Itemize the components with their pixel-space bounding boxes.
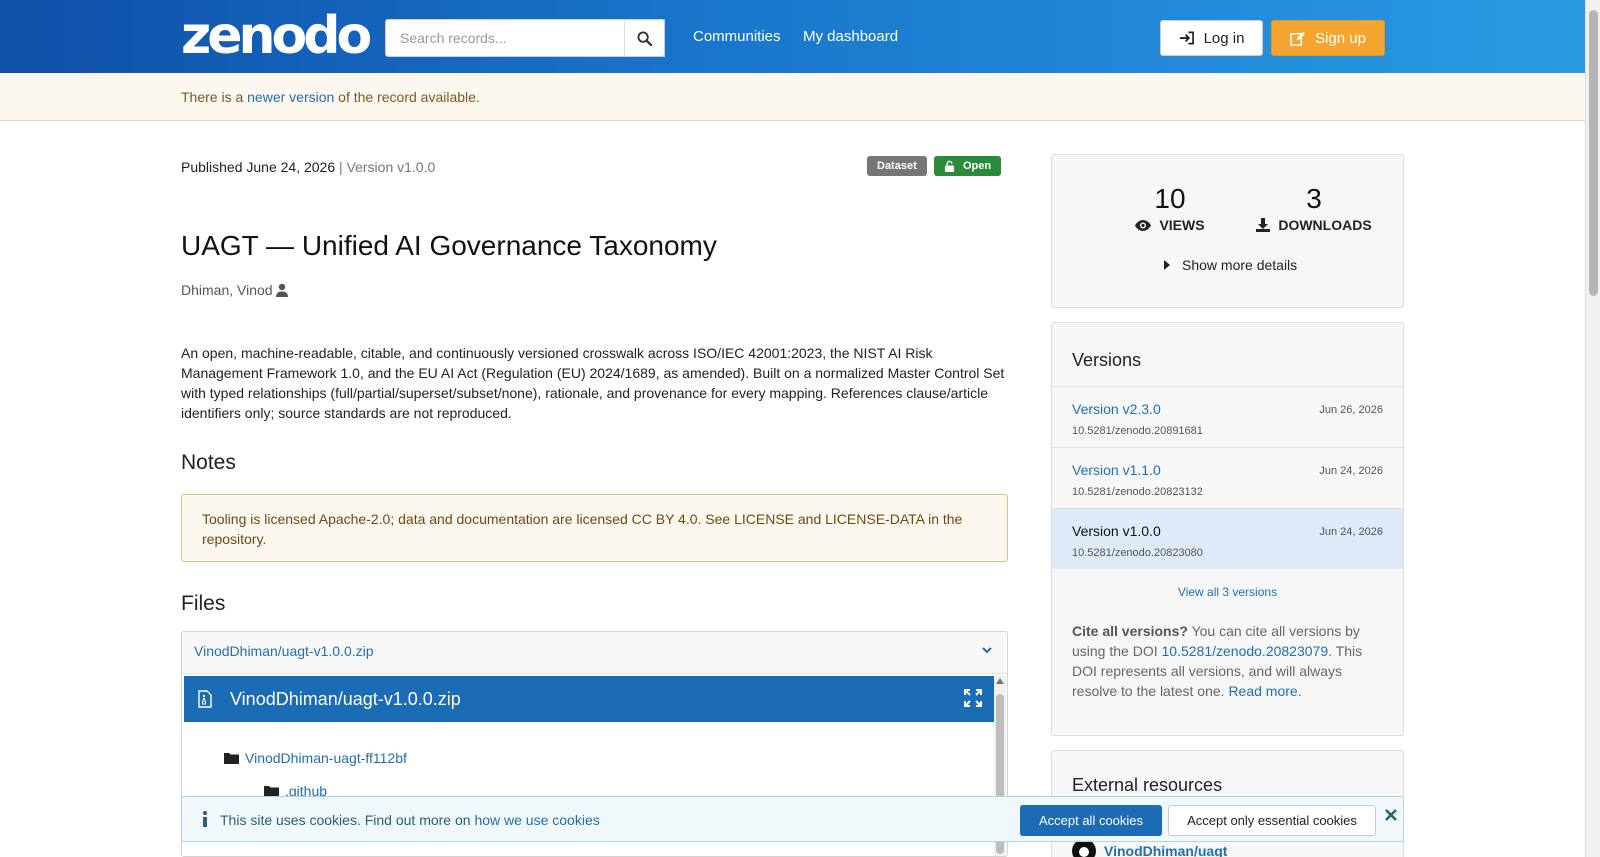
downloads-label: DOWNLOADS	[1244, 217, 1384, 233]
file-preview-header: VinodDhiman/uagt-v1.0.0.zip	[184, 676, 994, 722]
expand-icon[interactable]	[964, 689, 982, 707]
version-row[interactable]: Version v1.1.0 Jun 24, 2026 10.5281/zeno…	[1052, 447, 1403, 508]
github-resource-link[interactable]: VinodDhiman/uagt	[1104, 843, 1227, 857]
eye-icon	[1135, 219, 1152, 231]
concept-doi-link[interactable]: 10.5281/zenodo.20823079	[1162, 643, 1329, 659]
cookie-policy-link[interactable]: how we use cookies	[474, 812, 599, 828]
version-row[interactable]: Version v2.3.0 Jun 26, 2026 10.5281/zeno…	[1052, 386, 1403, 447]
newer-version-notice: There is a newer version of the record a…	[0, 73, 1585, 121]
download-icon	[1256, 218, 1271, 232]
version-doi: 10.5281/zenodo.20891681	[1072, 425, 1203, 437]
unlock-icon	[944, 160, 955, 172]
nav-my-dashboard[interactable]: My dashboard	[803, 28, 898, 45]
search-input[interactable]	[385, 19, 665, 57]
publication-info: Published June 24, 2026 | Version v1.0.0	[181, 159, 435, 175]
read-more-link[interactable]: Read more	[1228, 683, 1297, 699]
version-doi: 10.5281/zenodo.20823132	[1072, 486, 1203, 498]
cookie-message: This site uses cookies. Find out more on…	[220, 812, 600, 828]
author: Dhiman, Vinod	[181, 282, 289, 298]
published-date: Published June 24, 2026	[181, 159, 336, 175]
views-stat: 10 VIEWS	[1110, 183, 1230, 233]
cookie-text: This site uses cookies. Find out more on	[220, 812, 475, 828]
cite-all-bold: Cite all versions?	[1072, 623, 1188, 639]
versions-card: Versions Version v2.3.0 Jun 26, 2026 10.…	[1051, 322, 1404, 736]
badge-type-label: Dataset	[877, 160, 917, 172]
accept-all-cookies-button[interactable]: Accept all cookies	[1020, 805, 1162, 836]
version-doi: 10.5281/zenodo.20823080	[1072, 547, 1203, 559]
access-status-badge: Open	[934, 156, 1002, 176]
stats-card: 10 VIEWS 3 DOWNLOADS Show more details	[1051, 154, 1404, 308]
newer-version-link[interactable]: newer version	[247, 89, 334, 105]
search-button[interactable]	[624, 19, 665, 57]
view-all-versions-link[interactable]: View all 3 versions	[1052, 585, 1403, 599]
version-name-current: Version v1.0.0	[1072, 523, 1161, 539]
login-button[interactable]: Log in	[1160, 20, 1263, 56]
folder-icon	[224, 753, 239, 764]
cookie-banner: This site uses cookies. Find out more on…	[181, 796, 1404, 842]
external-resources-heading: External resources	[1072, 775, 1223, 795]
views-count: 10	[1154, 183, 1186, 214]
zenodo-logo[interactable]: zenodo	[181, 6, 372, 66]
accept-essential-cookies-button[interactable]: Accept only essential cookies	[1168, 805, 1376, 836]
files-heading: Files	[181, 592, 226, 615]
author-name[interactable]: Dhiman, Vinod	[181, 282, 273, 298]
version-date: Jun 24, 2026	[1319, 465, 1383, 477]
tree-folder-label[interactable]: VinodDhiman-uagt-ff112bf	[245, 750, 407, 766]
caret-right-icon	[1164, 260, 1170, 270]
notice-prefix: There is a	[181, 89, 248, 105]
notes-heading: Notes	[181, 451, 236, 474]
version-separator: |	[335, 159, 347, 175]
version-row-current[interactable]: Version v1.0.0 Jun 24, 2026 10.5281/zeno…	[1052, 508, 1403, 569]
notice-text: There is a newer version of the record a…	[181, 89, 480, 105]
sign-in-icon	[1179, 31, 1194, 45]
record-description: An open, machine-readable, citable, and …	[181, 345, 1005, 421]
notes-box: Tooling is licensed Apache-2.0; data and…	[181, 494, 1008, 562]
record-title: UAGT — Unified AI Governance Taxonomy	[181, 230, 717, 261]
chevron-down-icon[interactable]	[981, 644, 993, 656]
version-link[interactable]: Version v1.1.0	[1072, 462, 1161, 478]
scroll-up-arrow[interactable]	[996, 678, 1004, 684]
notice-suffix: of the record available.	[334, 89, 480, 105]
show-more-details-toggle[interactable]: Show more details	[1164, 257, 1297, 273]
search-icon	[637, 30, 652, 46]
close-icon[interactable]	[1385, 809, 1397, 821]
version-date: Jun 24, 2026	[1319, 526, 1383, 538]
show-more-label: Show more details	[1182, 257, 1298, 273]
nav-communities[interactable]: Communities	[693, 28, 781, 45]
files-accordion-header[interactable]: VinodDhiman/uagt-v1.0.0.zip	[182, 632, 1007, 674]
page-scrollbar[interactable]	[1585, 0, 1600, 857]
versions-heading: Versions	[1072, 350, 1142, 370]
edit-icon	[1290, 31, 1306, 46]
file-archive-icon	[198, 690, 212, 708]
badge-access-label: Open	[963, 160, 992, 172]
cite-end: .	[1297, 683, 1302, 699]
page-scroll-thumb[interactable]	[1589, 10, 1598, 296]
login-label: Log in	[1203, 29, 1245, 47]
cite-all-versions: Cite all versions? You can cite all vers…	[1072, 621, 1382, 701]
views-label: VIEWS	[1110, 217, 1230, 233]
version-link[interactable]: Version v2.3.0	[1072, 401, 1161, 417]
downloads-stat: 3 DOWNLOADS	[1244, 183, 1384, 233]
views-label-text: VIEWS	[1159, 217, 1205, 233]
version-date: Jun 26, 2026	[1319, 404, 1383, 416]
top-header: zenodo Communities My dashboard Log in S…	[0, 0, 1585, 73]
downloads-count: 3	[1306, 183, 1322, 214]
downloads-label-text: DOWNLOADS	[1278, 217, 1372, 233]
preview-file-name: VinodDhiman/uagt-v1.0.0.zip	[230, 688, 461, 709]
info-icon	[203, 811, 207, 827]
tree-folder-root[interactable]: VinodDhiman-uagt-ff112bf	[224, 750, 407, 766]
record-version: Version v1.0.0	[346, 159, 436, 175]
signup-button[interactable]: Sign up	[1271, 20, 1385, 56]
resource-type-badge: Dataset	[867, 156, 927, 176]
file-link[interactable]: VinodDhiman/uagt-v1.0.0.zip	[194, 643, 374, 659]
signup-label: Sign up	[1315, 29, 1366, 47]
user-icon	[275, 283, 288, 297]
